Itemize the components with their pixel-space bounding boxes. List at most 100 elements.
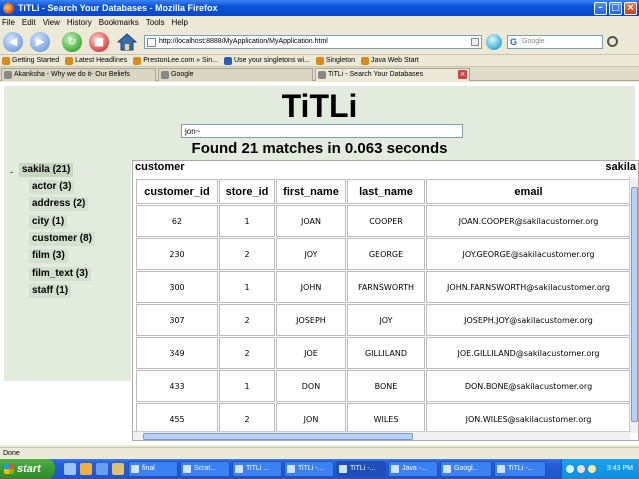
bookmark-singleton[interactable]: Singleton — [315, 56, 355, 65]
tree-item-city[interactable]: city (1) — [29, 215, 68, 229]
tree-item-address[interactable]: address (2) — [29, 197, 89, 211]
taskbar-item-final[interactable]: final — [128, 461, 178, 477]
system-tray: 3:43 PM — [561, 459, 639, 479]
menu-file[interactable]: File — [2, 18, 15, 27]
menu-history[interactable]: History — [67, 18, 92, 27]
tab-google[interactable]: Google — [158, 68, 313, 81]
tree-root-sakila[interactable]: sakila (21) — [19, 163, 74, 177]
bookmark-getting-started[interactable]: Getting Started — [2, 56, 59, 65]
cell-store-id: 2 — [219, 238, 275, 270]
taskbar-item-titli-3[interactable]: TiTLi -... — [336, 461, 386, 477]
bookmark-icon — [315, 56, 324, 65]
cell-first-name: JOAN — [276, 205, 346, 237]
menu-view[interactable]: View — [43, 18, 60, 27]
cell-email: DON.BONE@sakilacustomer.org — [426, 370, 631, 402]
close-tab-icon[interactable]: × — [458, 70, 467, 79]
taskbar-item-titli-4[interactable]: TiTLi -... — [494, 461, 546, 477]
stop-button[interactable]: ■ — [89, 32, 109, 52]
menu-bookmarks[interactable]: Bookmarks — [99, 18, 139, 27]
rss-icon — [65, 56, 74, 65]
tray-security-icon[interactable] — [577, 465, 585, 473]
window-title: TiTLi - Search Your Databases - Mozilla … — [18, 3, 218, 13]
table-row: 433 1 DON BONE DON.BONE@sakilacustomer.o… — [136, 370, 631, 402]
web-search-input[interactable]: G Google — [507, 35, 603, 49]
close-window-button[interactable]: × — [624, 1, 637, 15]
taskbar-item-google[interactable]: Googl... — [440, 461, 492, 477]
url-dropdown-icon[interactable] — [471, 38, 479, 46]
cell-last-name: BONE — [347, 370, 425, 402]
bookmark-prestonlee[interactable]: PrestonLee.com » Sin... — [133, 56, 218, 65]
status-bar: Done — [0, 447, 639, 459]
tray-volume-icon[interactable] — [588, 465, 596, 473]
cell-email: JOE.GILLILAND@sakilacustomer.org — [426, 337, 631, 369]
cell-customer-id: 433 — [136, 370, 218, 402]
home-button[interactable] — [116, 32, 138, 52]
tree-collapse-toggle[interactable]: - — [10, 167, 13, 177]
tree-item-staff[interactable]: staff (1) — [29, 284, 72, 298]
back-arrow-icon: ◀ — [8, 35, 18, 48]
horizontal-scrollbar[interactable] — [133, 431, 631, 440]
tab-akanksha[interactable]: Akanksha - Why we do it- Our Beliefs — [1, 68, 156, 81]
quicklaunch-desktop-icon[interactable] — [64, 463, 76, 475]
forward-button[interactable]: ▶ — [30, 32, 50, 52]
menu-help[interactable]: Help — [171, 18, 187, 27]
column-header-first-name[interactable]: first_name — [276, 179, 346, 204]
taskbar-item-titli-1[interactable]: TiTLi ... — [232, 461, 282, 477]
quicklaunch-firefox-icon[interactable] — [80, 463, 92, 475]
search-header: TiTLi Found 21 matches in 0.063 seconds — [4, 86, 635, 160]
quicklaunch-ie-icon[interactable] — [96, 463, 108, 475]
app-title: TiTLi — [281, 88, 358, 124]
cell-email: JOAN.COOPER@sakilacustomer.org — [426, 205, 631, 237]
taskbar-item-scratch[interactable]: Scrat... — [180, 461, 230, 477]
taskbar-item-titli-2[interactable]: TiTLi -... — [284, 461, 334, 477]
tree-item-film[interactable]: film (3) — [29, 249, 68, 263]
maximize-button[interactable]: □ — [609, 1, 622, 15]
status-text: Done — [3, 450, 20, 457]
bookmark-icon — [133, 56, 142, 65]
horizontal-scroll-thumb[interactable] — [143, 433, 413, 440]
bookmark-latest-headlines[interactable]: Latest Headlines — [65, 56, 127, 65]
cell-email: JOSEPH.JOY@sakilacustomer.org — [426, 304, 631, 336]
vertical-scrollbar[interactable] — [629, 177, 638, 433]
vertical-scroll-thumb[interactable] — [631, 187, 638, 422]
forward-arrow-icon: ▶ — [35, 35, 45, 48]
result-summary: Found 21 matches in 0.063 seconds — [191, 140, 448, 157]
bookmark-java-web-start[interactable]: Java Web Start — [361, 56, 419, 65]
back-button[interactable]: ◀ — [3, 32, 23, 52]
menu-tools[interactable]: Tools — [146, 18, 165, 27]
bookmark-icon — [2, 56, 10, 65]
start-button[interactable]: start — [0, 459, 55, 479]
tree-item-actor[interactable]: actor (3) — [29, 180, 75, 194]
tray-network-icon[interactable] — [566, 465, 574, 473]
column-header-customer-id[interactable]: customer_id — [136, 179, 218, 204]
result-database-name: sakila — [605, 161, 636, 173]
go-button[interactable] — [486, 34, 502, 50]
menu-bar: File Edit View History Bookmarks Tools H… — [0, 16, 639, 29]
url-bar[interactable]: http://localhost:8888/MyApplication/MyAp… — [144, 35, 482, 49]
bookmark-singletons[interactable]: Use your singletons wi... — [223, 56, 310, 65]
tab-titli[interactable]: TiTLi - Search Your Databases × — [315, 68, 470, 81]
cell-customer-id: 62 — [136, 205, 218, 237]
cell-email: JOHN.FARNSWORTH@sakilacustomer.org — [426, 271, 631, 303]
cell-store-id: 1 — [219, 370, 275, 402]
navigation-toolbar: ◀ ▶ ↻ ■ http://localhost:8888/MyApplicat… — [0, 29, 639, 55]
minimize-button[interactable]: – — [594, 1, 607, 15]
tray-clock[interactable]: 3:43 PM — [607, 465, 633, 472]
taskbar-item-java[interactable]: Java -... — [388, 461, 438, 477]
table-row: 230 2 JOY GEORGE JOY.GEORGE@sakilacustom… — [136, 238, 631, 270]
tree-item-customer[interactable]: customer (8) — [29, 232, 96, 246]
quicklaunch-folder-icon[interactable] — [112, 463, 124, 475]
windows-taskbar: start final Scrat... TiTLi ... TiTLi -..… — [0, 459, 639, 479]
column-header-store-id[interactable]: store_id — [219, 179, 275, 204]
reload-button[interactable]: ↻ — [62, 32, 82, 52]
firefox-icon — [497, 465, 505, 473]
column-header-email[interactable]: email — [426, 179, 631, 204]
result-table-name: customer — [135, 161, 185, 173]
menu-edit[interactable]: Edit — [22, 18, 36, 27]
column-header-last-name[interactable]: last_name — [347, 179, 425, 204]
cell-store-id: 1 — [219, 271, 275, 303]
tab-favicon — [4, 71, 12, 79]
search-magnifier-icon[interactable] — [607, 36, 618, 47]
tree-item-film-text[interactable]: film_text (3) — [29, 267, 92, 281]
query-input[interactable] — [181, 124, 463, 138]
